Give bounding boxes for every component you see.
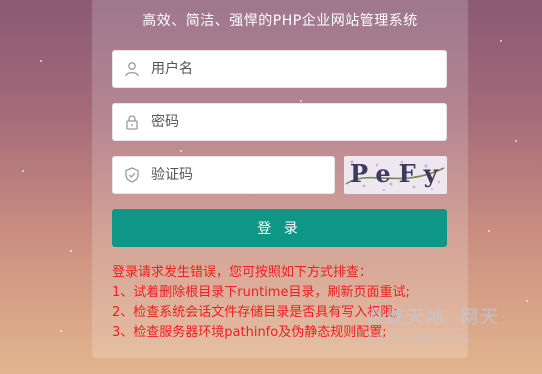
error-title: 登录请求发生错误，您可按照如下方式排查： — [112, 265, 373, 280]
lock-icon — [113, 114, 151, 130]
password-input[interactable] — [151, 104, 446, 140]
user-icon — [113, 61, 151, 77]
username-field[interactable] — [112, 50, 447, 88]
captcha-text: PeFy — [350, 159, 446, 188]
login-button[interactable]: 登 录 — [112, 209, 447, 247]
error-item: 2、检查系统会话文件存储目录是否具有写入权限; — [112, 305, 398, 320]
captcha-field[interactable] — [112, 156, 335, 194]
page-subtitle: 高效、简洁、强悍的PHP企业网站管理系统 — [142, 13, 418, 29]
captcha-input[interactable] — [151, 157, 334, 193]
username-input[interactable] — [151, 51, 446, 87]
captcha-image[interactable]: PeFy — [344, 156, 447, 194]
error-item: 1、试着删除根目录下runtime目录，刷新页面重试; — [112, 285, 410, 300]
shield-icon — [113, 167, 151, 183]
error-item: 3、检查服务器环境pathinfo及伪静态规则配置; — [112, 325, 387, 340]
error-message: 登录请求发生错误，您可按照如下方式排查： 1、试着删除根目录下runtime目录… — [112, 263, 452, 343]
password-field[interactable] — [112, 103, 447, 141]
